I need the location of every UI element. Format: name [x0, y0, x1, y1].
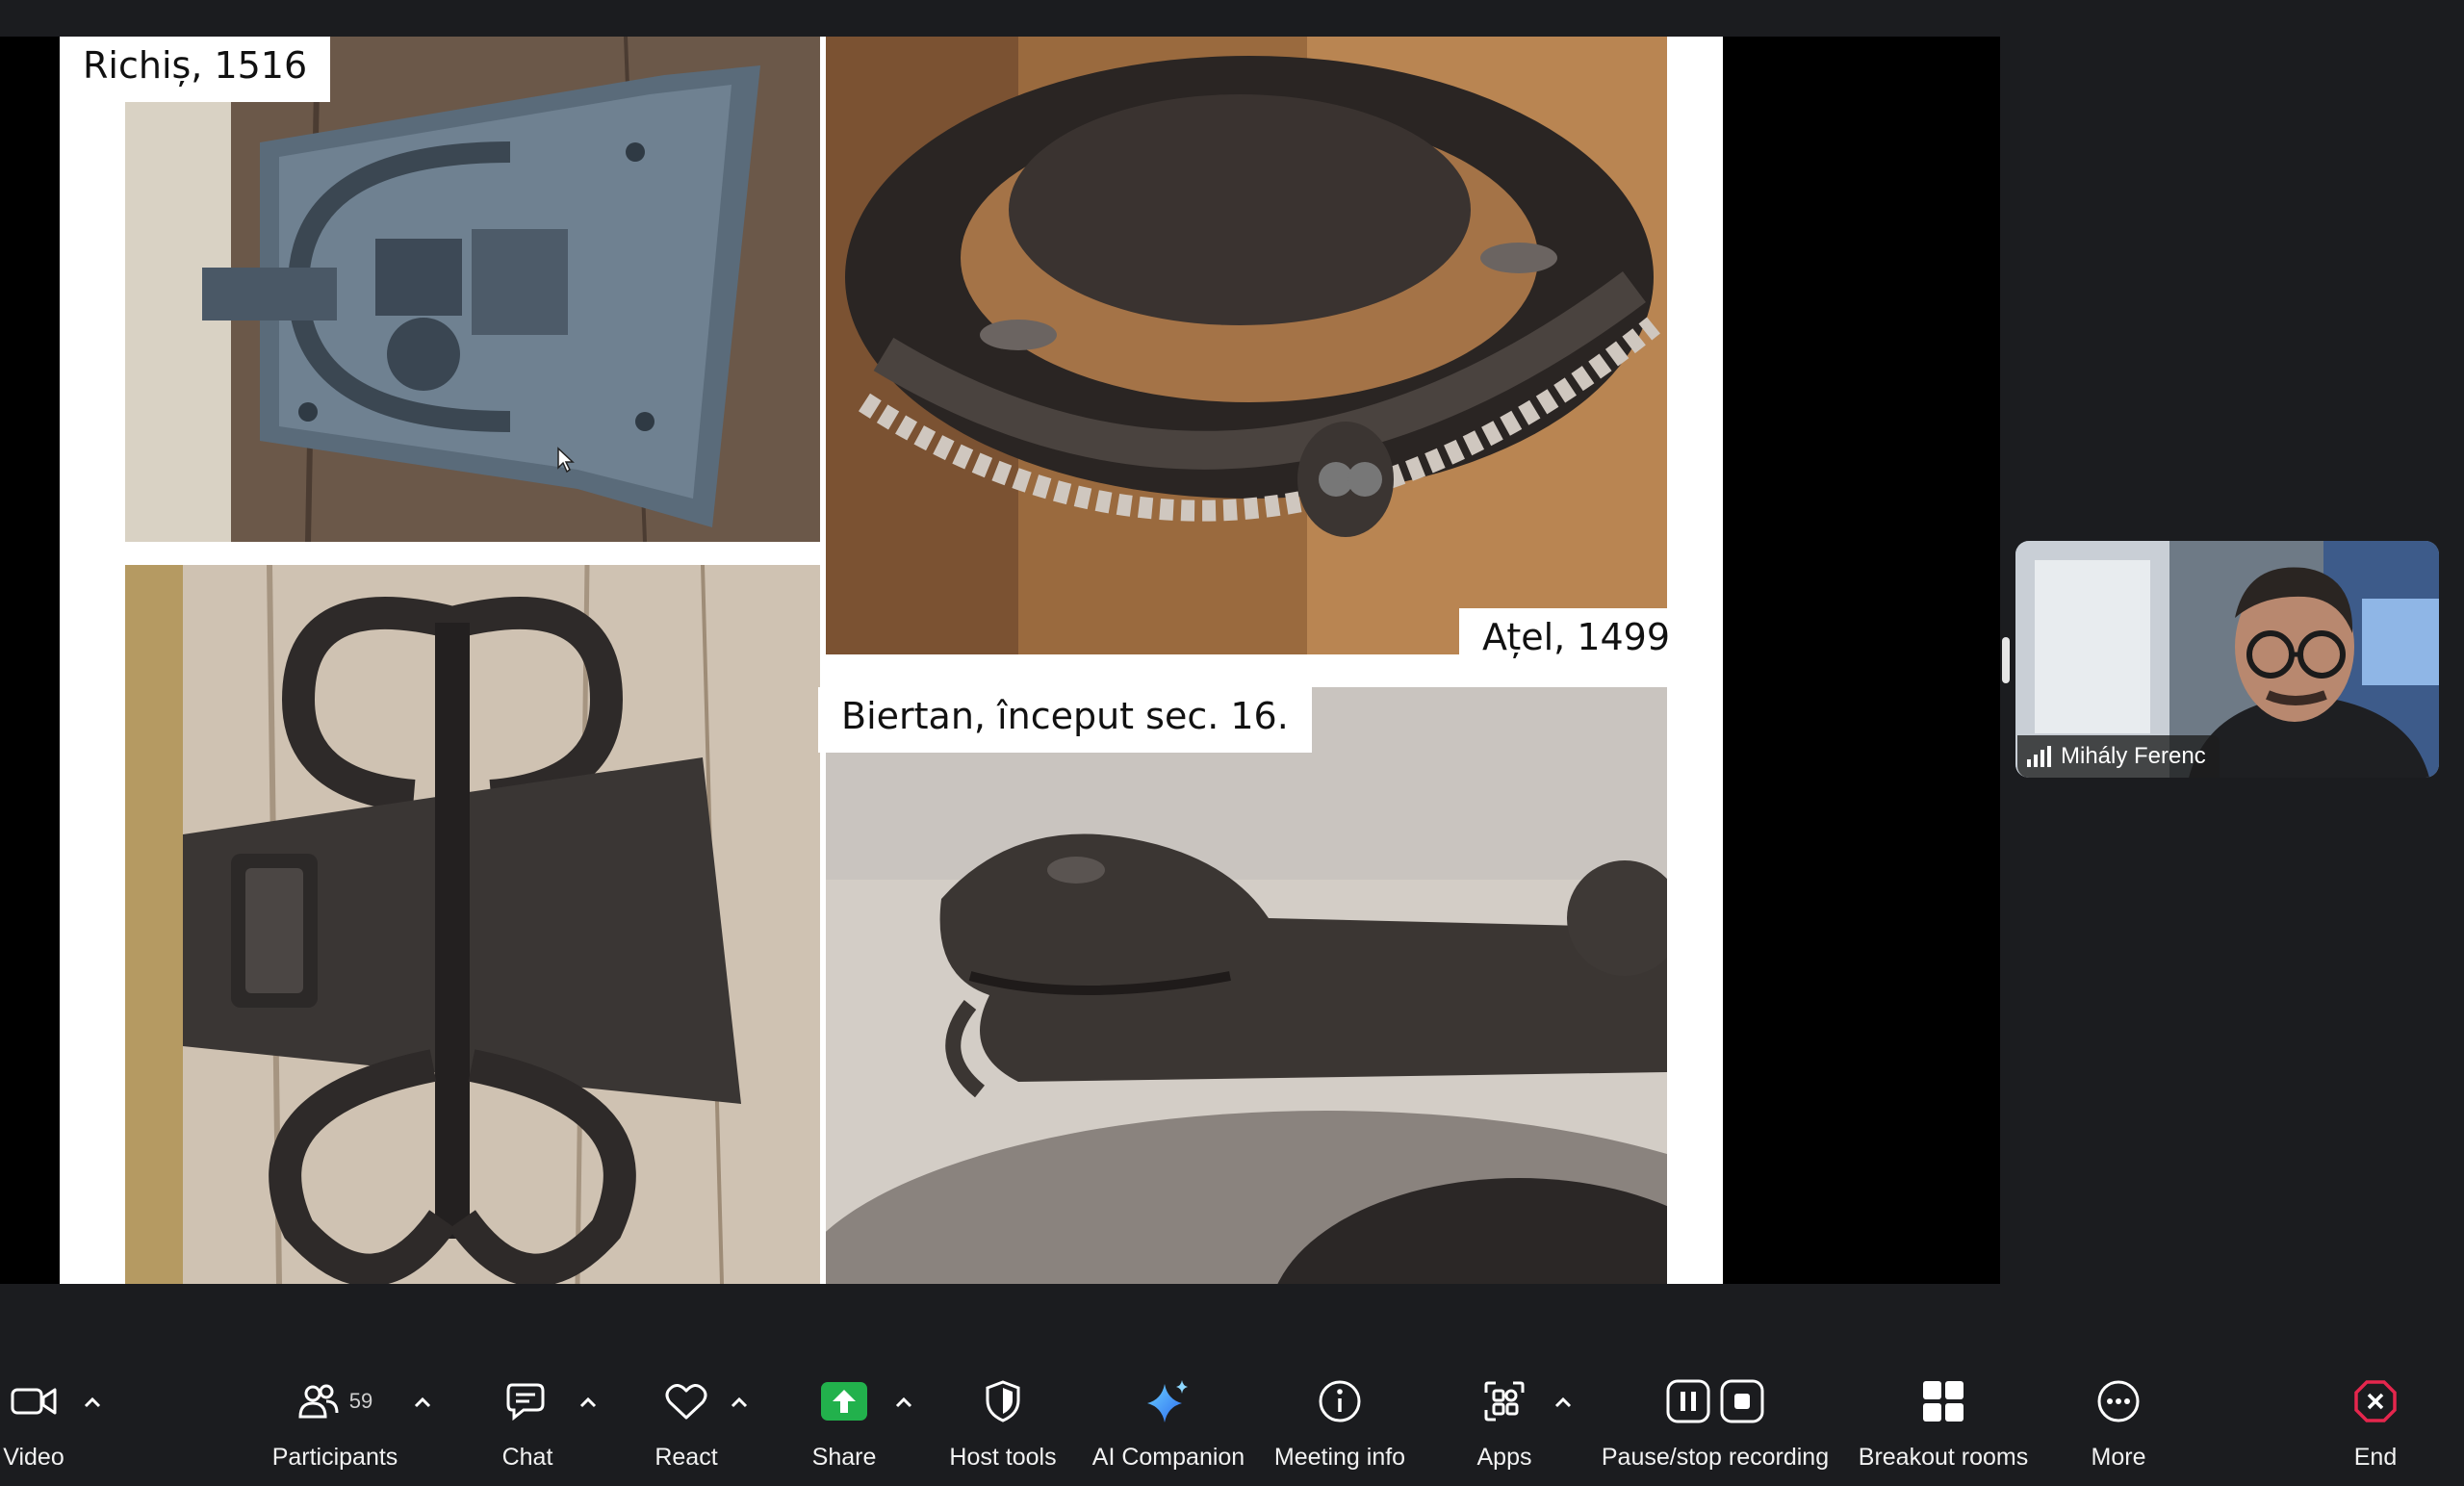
heart-icon [664, 1369, 708, 1434]
participants-count: 59 [348, 1389, 373, 1413]
participants-button[interactable]: 59 Participants [260, 1342, 410, 1486]
end-button[interactable]: End [2337, 1342, 2414, 1486]
video-button[interactable]: Video [0, 1342, 67, 1486]
react-options-chevron-icon[interactable] [728, 1392, 751, 1415]
recording-controls-icon [1666, 1369, 1764, 1434]
participant-name-tag: Mihály Ferenc [2017, 735, 2220, 778]
apps-options-chevron-icon[interactable] [1552, 1392, 1575, 1415]
participants-icon-wrap: 59 [297, 1369, 372, 1434]
share-button[interactable]: Share [806, 1342, 883, 1486]
apps-label: Apps [1476, 1444, 1532, 1471]
react-button[interactable]: React [648, 1342, 725, 1486]
end-meeting-icon [2353, 1369, 2398, 1434]
share-screen-icon [821, 1369, 867, 1434]
breakout-rooms-button[interactable]: Breakout rooms [1856, 1342, 2031, 1486]
host-tools-button[interactable]: Host tools [938, 1342, 1067, 1486]
chat-options-chevron-icon[interactable] [577, 1392, 600, 1415]
pause-icon [1666, 1379, 1710, 1423]
video-label: Video [3, 1444, 64, 1471]
photo-hinge-plate [125, 565, 820, 1284]
video-camera-icon [11, 1369, 57, 1434]
ai-sparkle-icon [1145, 1369, 1192, 1434]
breakout-rooms-icon [1921, 1369, 1965, 1434]
ai-companion-button[interactable]: AI Companion [1091, 1342, 1245, 1486]
more-label: More [2091, 1444, 2146, 1471]
ai-companion-label: AI Companion [1091, 1444, 1245, 1471]
stop-icon [1720, 1379, 1764, 1423]
signal-strength-icon [2027, 746, 2051, 767]
meeting-info-button[interactable]: Meeting info [1269, 1342, 1411, 1486]
share-label: Share [811, 1444, 877, 1471]
chat-button[interactable]: Chat [489, 1342, 566, 1486]
end-label: End [2353, 1444, 2398, 1471]
participants-options-chevron-icon[interactable] [411, 1392, 434, 1415]
more-button[interactable]: More [2079, 1342, 2158, 1486]
chat-label: Chat [501, 1444, 553, 1471]
caption-biertan: Biertan, început sec. 16. [818, 687, 1312, 753]
chat-icon [506, 1369, 549, 1434]
panel-resize-handle[interactable] [2002, 637, 2010, 683]
mouse-cursor-icon [557, 447, 575, 474]
photo-biertan-dragon [826, 687, 1667, 1284]
recording-label: Pause/stop recording [1601, 1444, 1830, 1471]
shield-icon [984, 1369, 1022, 1434]
breakout-rooms-label: Breakout rooms [1858, 1444, 2029, 1471]
meeting-window: Richiș, 1516 Ațel, 1499 Biertan, început… [0, 0, 2464, 1486]
react-label: React [654, 1444, 718, 1471]
meeting-toolbar: Video 59 Participants Chat React Share H… [0, 1342, 2464, 1486]
participants-icon [298, 1384, 339, 1419]
apps-icon [1482, 1369, 1527, 1434]
share-options-chevron-icon[interactable] [892, 1392, 915, 1415]
pause-stop-recording-button[interactable]: Pause/stop recording [1600, 1342, 1831, 1486]
meeting-info-label: Meeting info [1273, 1444, 1406, 1471]
info-icon [1318, 1369, 1362, 1434]
participants-label: Participants [271, 1444, 398, 1471]
video-options-chevron-icon[interactable] [81, 1392, 104, 1415]
apps-button[interactable]: Apps [1465, 1342, 1544, 1486]
shared-slide: Richiș, 1516 Ațel, 1499 Biertan, început… [60, 37, 1723, 1284]
photo-richis-lock [125, 37, 820, 542]
participant-name: Mihály Ferenc [2061, 743, 2206, 769]
caption-atel: Ațel, 1499 [1459, 608, 1694, 668]
host-tools-label: Host tools [949, 1444, 1057, 1471]
more-icon [2096, 1369, 2141, 1434]
caption-richis: Richiș, 1516 [60, 37, 331, 102]
photo-atel-ring [826, 37, 1667, 654]
